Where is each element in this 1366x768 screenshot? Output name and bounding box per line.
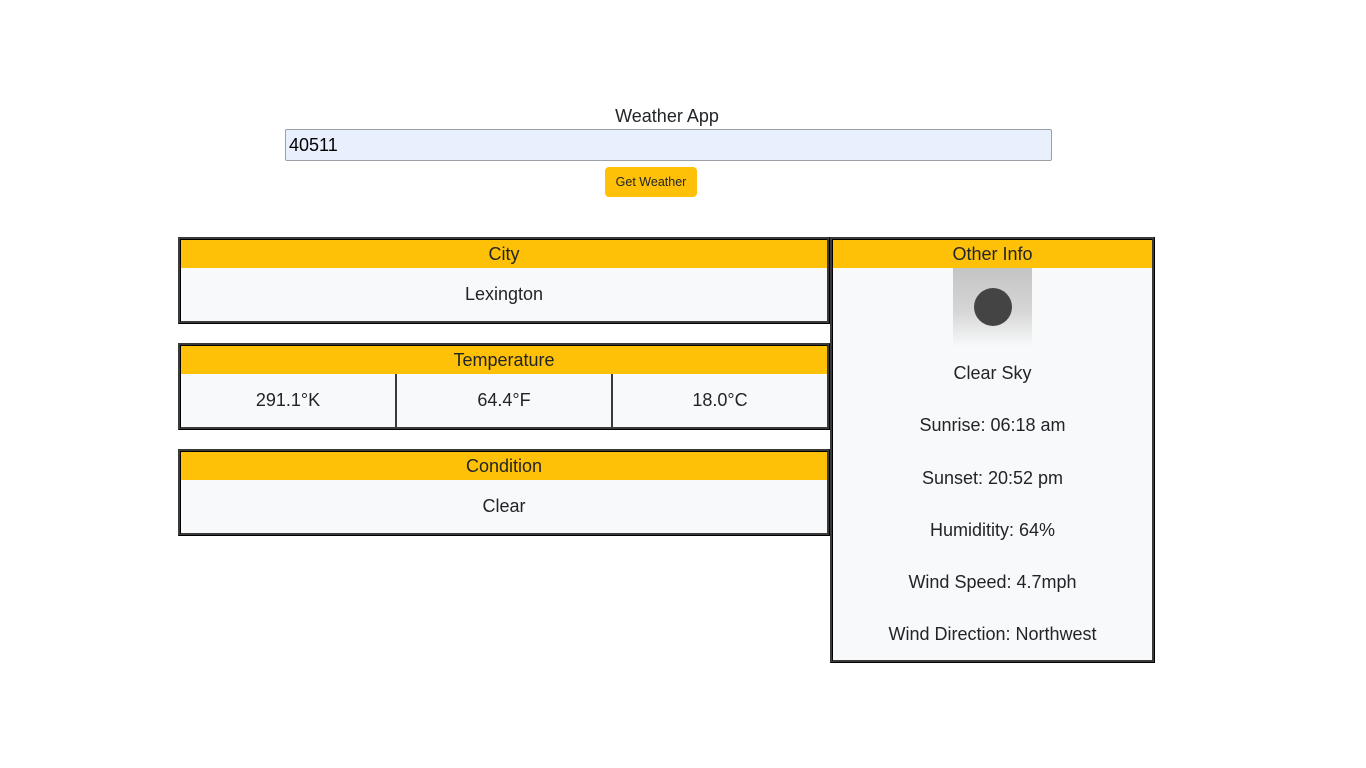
humidity-text: Humiditity: 64% xyxy=(929,519,1056,540)
city-value: Lexington xyxy=(464,284,544,304)
get-weather-button[interactable]: Get Weather xyxy=(605,167,697,197)
other-info-heading: Other Info xyxy=(833,240,1152,268)
city-heading: City xyxy=(181,240,827,268)
app-title: Weather App xyxy=(615,106,719,126)
wind-speed-text: Wind Speed: 4.7mph xyxy=(908,572,1077,593)
city-panel: City Lexington xyxy=(178,237,830,324)
condition-heading: Condition xyxy=(181,452,827,480)
condition-panel: Condition Clear xyxy=(178,449,830,536)
temperature-row: 291.1°K 64.4°F 18.0°C xyxy=(181,374,827,427)
temperature-fahrenheit: 64.4°F xyxy=(397,374,613,427)
temperature-heading: Temperature xyxy=(181,346,827,374)
clear-sky-icon xyxy=(953,268,1032,347)
zip-code-input[interactable] xyxy=(285,129,1052,161)
temperature-kelvin: 291.1°K xyxy=(181,374,397,427)
sunset-text: Sunset: 20:52 pm xyxy=(921,467,1064,488)
temperature-celsius: 18.0°C xyxy=(692,390,748,410)
temperature-panel: Temperature 291.1°K 64.4°F 18.0°C xyxy=(178,343,830,430)
clear-sky-icon-dot xyxy=(974,288,1012,326)
condition-value: Clear xyxy=(482,496,526,516)
sunrise-text: Sunrise: 06:18 am xyxy=(919,415,1066,436)
weather-description: Clear Sky xyxy=(953,363,1032,383)
other-info-panel: Other Info Clear Sky Sunrise: 06:18 am S… xyxy=(830,237,1155,663)
wind-direction-text: Wind Direction: Northwest xyxy=(888,624,1097,645)
